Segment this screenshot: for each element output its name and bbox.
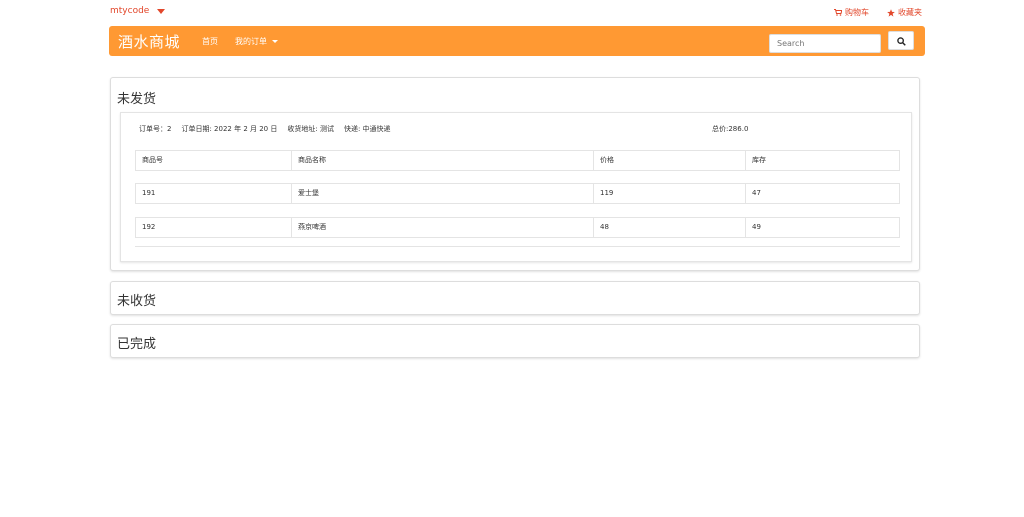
completed-panel: 已完成 — [110, 324, 920, 358]
search-input[interactable] — [769, 34, 881, 53]
product-id-cell: 191 — [136, 184, 292, 203]
nav-my-orders-label: 我的订单 — [235, 36, 268, 46]
product-name-cell: 燕京啤酒 — [292, 218, 594, 237]
brand-logo[interactable]: 酒水商城 — [118, 31, 180, 52]
chevron-down-icon — [157, 9, 166, 14]
nav-my-orders[interactable]: 我的订单 — [235, 36, 279, 47]
column-header: 商品名称 — [292, 151, 594, 170]
table-row: 192 燕京啤酒 48 49 — [135, 217, 900, 238]
table-header-row: 商品号 商品名称 价格 库存 — [135, 150, 900, 171]
divider — [135, 246, 900, 247]
nav-home[interactable]: 首页 — [202, 36, 218, 47]
main-navbar: 酒水商城 首页 我的订单 — [109, 26, 925, 56]
star-icon — [887, 8, 895, 17]
search-form — [769, 31, 881, 53]
search-icon — [896, 31, 906, 50]
column-header: 库存 — [752, 156, 766, 164]
table-row: 191 爱士堡 119 47 — [135, 183, 900, 204]
completed-title: 已完成 — [117, 337, 157, 352]
product-name-cell: 爱士堡 — [292, 184, 594, 203]
order-number: 订单号：2 — [139, 125, 172, 133]
order-total: 总价:286.0 — [712, 125, 749, 133]
top-links: 购物车 收藏夹 — [834, 7, 922, 18]
order-date: 订单日期: 2022 年 2 月 20 日 — [181, 125, 278, 133]
favorites-link[interactable]: 收藏夹 — [887, 7, 922, 18]
unreceived-panel: 未收货 — [110, 281, 920, 315]
column-header: 商品号 — [136, 151, 292, 170]
top-bar: mtycode 购物车 收藏夹 — [0, 0, 1024, 24]
username: mtycode — [110, 6, 150, 16]
favorites-label: 收藏夹 — [898, 8, 922, 17]
search-button[interactable] — [888, 31, 914, 50]
product-id-cell: 192 — [136, 218, 292, 237]
cart-label: 购物车 — [845, 8, 869, 17]
order-card: 订单号：2 订单日期: 2022 年 2 月 20 日 收货地址: 测试 快递:… — [120, 112, 912, 262]
stock-cell: 49 — [752, 223, 761, 231]
cart-link[interactable]: 购物车 — [834, 7, 869, 18]
price-cell: 48 — [594, 218, 746, 237]
unreceived-title: 未收货 — [117, 294, 157, 309]
courier: 快递: 中通快递 — [343, 125, 391, 133]
order-info: 订单号：2 订单日期: 2022 年 2 月 20 日 收货地址: 测试 快递:… — [139, 124, 391, 134]
column-header: 价格 — [594, 151, 746, 170]
price-cell: 119 — [594, 184, 746, 203]
shipping-address: 收货地址: 测试 — [287, 125, 334, 133]
unshipped-title: 未发货 — [117, 92, 157, 107]
cart-icon — [834, 9, 842, 16]
user-menu[interactable]: mtycode — [110, 6, 166, 16]
chevron-down-icon — [272, 39, 279, 43]
unshipped-panel: 未发货 订单号：2 订单日期: 2022 年 2 月 20 日 收货地址: 测试… — [110, 77, 920, 271]
stock-cell: 47 — [752, 189, 761, 197]
